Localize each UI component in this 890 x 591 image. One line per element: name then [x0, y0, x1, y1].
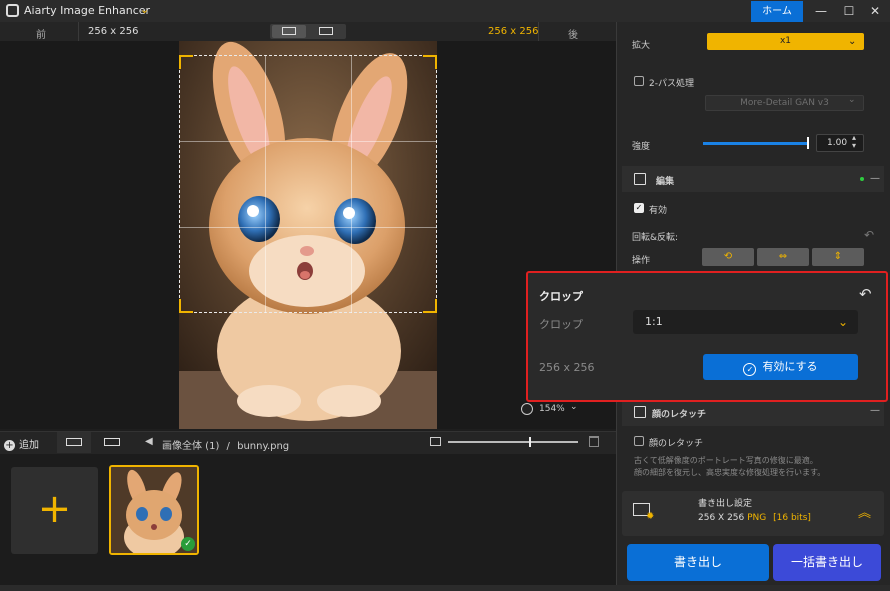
scale-label: 拡大: [632, 41, 651, 51]
status-dot: [860, 177, 864, 181]
apply-crop-button[interactable]: ✓ 有効にする: [703, 354, 858, 380]
strength-label: 強度: [632, 142, 651, 152]
zoom-icon[interactable]: [521, 403, 533, 415]
batch-export-button[interactable]: 一括書き出し: [773, 544, 881, 581]
face-retouch-checkbox[interactable]: [634, 436, 644, 446]
before-label: 前: [36, 30, 46, 41]
scale-chevron-icon: ⌄: [848, 36, 857, 47]
crop-grid-line: [179, 227, 437, 228]
crop-size: 256 x 256: [539, 361, 595, 374]
export-bits: [16 bits]: [773, 513, 811, 523]
home-button[interactable]: ホーム: [751, 1, 803, 22]
rotate-reset-icon[interactable]: ↶: [864, 228, 874, 242]
edit-icon: [634, 173, 646, 185]
gear-icon: ✹: [646, 511, 655, 522]
list-view-icon: [104, 438, 120, 446]
flip-vertical-button[interactable]: ⇕: [812, 248, 864, 266]
breadcrumb-all[interactable]: 画像全体 (1): [162, 441, 219, 452]
crop-grid-line: [179, 141, 437, 142]
face-description-1: 古くて低解像度のポートレート写真の修復に最適。: [634, 456, 818, 465]
export-button[interactable]: 書き出し: [627, 544, 769, 581]
model-chevron-icon: ⌄: [848, 95, 856, 105]
crop-chevron-icon: ⌄: [838, 315, 849, 329]
face-icon: [634, 406, 646, 418]
collapse-icon[interactable]: —: [870, 173, 880, 184]
selected-check-icon: ✓: [181, 537, 195, 551]
side-by-side-icon: [319, 27, 333, 35]
crop-handle-top-right[interactable]: [423, 55, 437, 69]
crop-selection[interactable]: [179, 55, 437, 313]
strength-slider-thumb[interactable]: [807, 137, 809, 149]
scale-select[interactable]: x1: [707, 33, 864, 50]
app-logo-icon: [6, 4, 19, 17]
face-collapse-icon[interactable]: —: [870, 405, 880, 416]
crop-field-label: クロップ: [539, 318, 583, 331]
face-retouch-label: 顔のレタッチ: [649, 439, 704, 449]
edit-section-title: 編集: [656, 177, 675, 187]
app-title: Aiarty Image Enhancer: [24, 4, 151, 17]
two-pass-label: 2-パス処理: [649, 79, 694, 89]
crop-title: クロップ: [539, 290, 583, 303]
breadcrumb-file: bunny.png: [237, 441, 290, 452]
list-view-button[interactable]: [95, 432, 129, 453]
export-format: PNG: [747, 513, 767, 523]
before-size: 256 x 256: [88, 26, 139, 37]
zoom-level[interactable]: 154%: [539, 404, 565, 414]
add-icon: +: [4, 440, 15, 451]
add-image-tile[interactable]: +: [11, 467, 98, 554]
split-view-button[interactable]: [272, 25, 306, 38]
crop-handle-bottom-right[interactable]: [423, 299, 437, 313]
crop-reset-icon[interactable]: ↶: [859, 285, 872, 303]
face-description-2: 顔の細部を復元し、高忠実度な修復処理を行います。: [634, 468, 826, 477]
flip-horizontal-button[interactable]: ⇔: [757, 248, 809, 266]
add-button[interactable]: + 追加: [4, 436, 39, 451]
image-size-icon: [430, 437, 441, 446]
strength-stepper-icon[interactable]: ▴ ▾: [852, 134, 856, 150]
strength-slider[interactable]: [703, 142, 809, 145]
side-by-side-view-button[interactable]: [308, 25, 344, 38]
expand-chevron-icon[interactable]: ︽: [858, 502, 871, 521]
apply-crop-label: 有効にする: [762, 360, 818, 373]
divider: [78, 22, 79, 41]
rotate-button[interactable]: ⟲: [702, 248, 754, 266]
thumbnail-size-slider[interactable]: [448, 441, 578, 443]
crop-grid-line: [265, 55, 266, 313]
app-menu-chevron-icon[interactable]: ⌄: [140, 3, 149, 16]
grid-view-button[interactable]: [57, 432, 91, 453]
export-size: 256 X 256: [698, 513, 745, 523]
status-strip: [0, 585, 890, 591]
back-arrow-icon[interactable]: ◀: [145, 436, 153, 447]
export-settings-title: 書き出し設定: [698, 499, 753, 509]
breadcrumb-separator: /: [226, 441, 230, 452]
crop-handle-bottom-left[interactable]: [179, 299, 193, 313]
grid-view-icon: [66, 438, 82, 446]
rotate-label: 回転&反転:: [632, 233, 679, 243]
operation-label: 操作: [632, 256, 651, 266]
thumbnail-size-slider-thumb[interactable]: [529, 437, 531, 447]
export-settings-info: 256 X 256 PNG [16 bits]: [698, 513, 811, 523]
model-select[interactable]: More-Detail GAN v3: [705, 95, 864, 111]
maximize-button[interactable]: ☐: [836, 2, 862, 20]
after-size: 256 x 256: [488, 26, 539, 37]
face-section-title: 顔のレタッチ: [652, 410, 707, 420]
edit-enabled-checkbox[interactable]: ✓: [634, 203, 644, 213]
add-label: 追加: [19, 440, 39, 451]
zoom-chevron-icon[interactable]: ⌄: [570, 402, 578, 412]
breadcrumb: 画像全体 (1) / bunny.png: [162, 437, 289, 452]
crop-grid-line: [351, 55, 352, 313]
two-pass-checkbox[interactable]: [634, 76, 644, 86]
edit-enabled-label: 有効: [649, 206, 668, 216]
strength-value[interactable]: 1.00: [816, 134, 864, 152]
after-label: 後: [568, 30, 578, 41]
crop-handle-top-left[interactable]: [179, 55, 193, 69]
minimize-button[interactable]: —: [808, 2, 834, 20]
close-button[interactable]: ✕: [862, 2, 888, 20]
trash-icon[interactable]: [589, 436, 599, 447]
crop-ratio-select[interactable]: 1:1: [633, 310, 858, 334]
check-icon: ✓: [743, 363, 757, 376]
split-view-icon: [282, 27, 296, 35]
